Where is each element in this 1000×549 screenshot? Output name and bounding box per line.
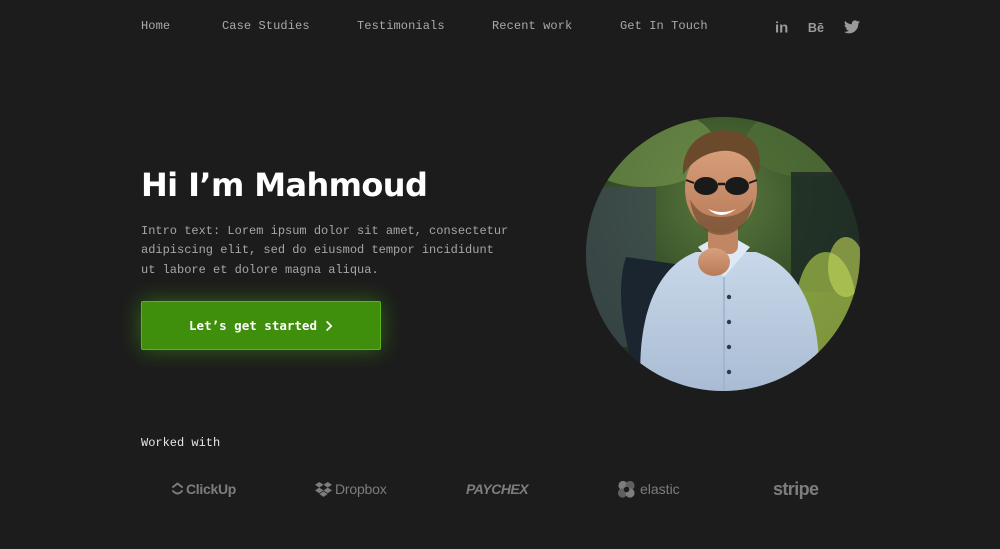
get-started-label: Let’s get started	[189, 318, 317, 333]
clickup-logo: ClickUp	[172, 478, 236, 500]
hero-intro-text: Intro text: Lorem ipsum dolor sit amet, …	[141, 224, 509, 277]
linkedin-icon[interactable]: in	[773, 18, 791, 36]
dropbox-wordmark: Dropbox	[335, 481, 387, 497]
elastic-wordmark: elastic	[640, 481, 680, 497]
elastic-logo: elastic	[616, 478, 680, 500]
behance-icon[interactable]: Bē	[807, 18, 825, 36]
worked-with-label: Worked with	[141, 436, 221, 450]
paychex-logo: PAYCHEX	[466, 478, 529, 500]
portrait-photo	[586, 117, 860, 391]
dropbox-icon	[315, 481, 332, 497]
elastic-icon	[616, 479, 637, 500]
hero-title: Hi I’m Mahmoud	[141, 166, 428, 204]
nav-link-testimonials[interactable]: Testimonials	[357, 19, 445, 33]
stripe-logo: stripe	[773, 478, 819, 500]
twitter-icon[interactable]	[843, 18, 861, 36]
top-nav: Home Case Studies Testimonials Recent wo…	[0, 0, 1000, 52]
chevron-right-icon	[326, 320, 333, 331]
paychex-wordmark: PAYCHEX	[466, 481, 529, 497]
dropbox-logo: Dropbox	[315, 478, 387, 500]
linkedin-glyph: in	[775, 20, 788, 36]
nav-link-case-studies[interactable]: Case Studies	[222, 19, 310, 33]
nav-link-home[interactable]: Home	[141, 19, 170, 33]
avatar	[586, 117, 860, 391]
nav-link-get-in-touch[interactable]: Get In Touch	[620, 19, 708, 33]
nav-link-recent-work[interactable]: Recent work	[492, 19, 572, 33]
clickup-wordmark: ClickUp	[186, 481, 237, 497]
get-started-button[interactable]: Let’s get started	[141, 301, 381, 350]
clickup-icon	[172, 482, 183, 496]
stripe-wordmark: stripe	[773, 478, 819, 499]
behance-glyph: Bē	[808, 21, 824, 35]
